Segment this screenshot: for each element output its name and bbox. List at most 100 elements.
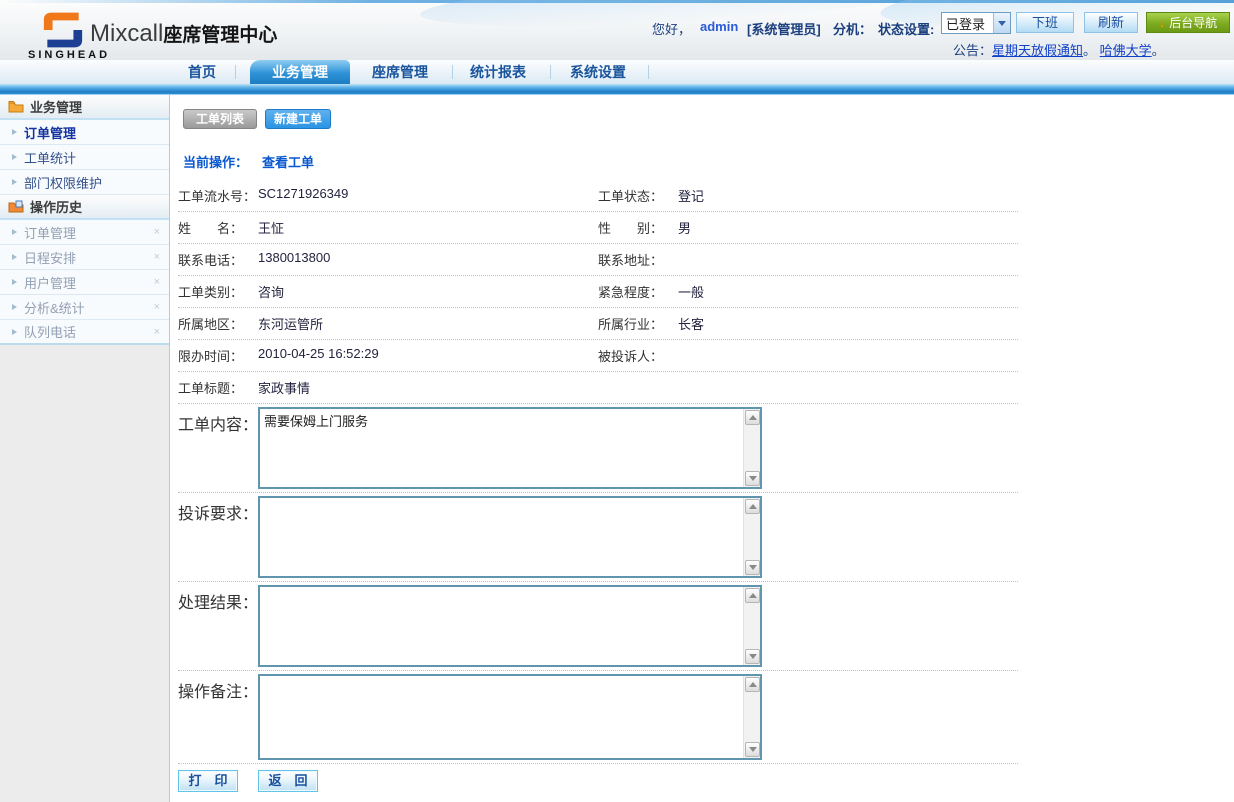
extension-label: 分机： bbox=[833, 19, 872, 38]
new-workorder-button[interactable]: 新建工单 bbox=[265, 109, 331, 129]
scroll-up-button[interactable] bbox=[745, 677, 760, 692]
notice-period: 。 bbox=[1083, 43, 1096, 58]
tab-statistics-report[interactable]: 统计报表 bbox=[468, 60, 528, 84]
tab-system-settings[interactable]: 系统设置 bbox=[568, 60, 628, 84]
form-row: 限办时间：2010-04-25 16:52:29 被投诉人： bbox=[178, 340, 1018, 372]
arrow-bullet-icon bbox=[12, 329, 17, 335]
textarea-text: 需要保姆上门服务 bbox=[264, 411, 738, 430]
sidebar-history-analysis-stats[interactable]: 分析&统计 × bbox=[0, 295, 169, 320]
scroll-down-button[interactable] bbox=[745, 471, 760, 486]
form-row: 工单类别：咨询 紧急程度：一般 bbox=[178, 276, 1018, 308]
textarea-row: 操作备注： bbox=[178, 671, 1018, 764]
arrow-bullet-icon bbox=[12, 279, 17, 285]
field-label: 操作备注： bbox=[178, 674, 258, 760]
field-value: 男 bbox=[678, 218, 691, 237]
workorder-list-button[interactable]: 工单列表 bbox=[183, 109, 257, 129]
arrow-bullet-icon bbox=[12, 304, 17, 310]
form-row: 工单标题：家政事情 bbox=[178, 372, 1018, 404]
sidebar-history-queue-phone[interactable]: 队列电话 × bbox=[0, 320, 169, 345]
tab-business-management[interactable]: 业务管理 bbox=[250, 60, 350, 84]
logo-text: SINGHEAD bbox=[28, 49, 110, 60]
notice-label: 公告： bbox=[953, 43, 992, 58]
backend-nav-button[interactable]: ↓ 后台导航 bbox=[1146, 12, 1230, 33]
field-value: 王怔 bbox=[258, 218, 284, 237]
scroll-down-button[interactable] bbox=[745, 649, 760, 664]
complaint-request-textarea[interactable] bbox=[258, 496, 762, 578]
operation-note-textarea[interactable] bbox=[258, 674, 762, 760]
form-actions: 打 印 返 回 bbox=[178, 770, 1018, 792]
nav-ribbon bbox=[0, 84, 1234, 95]
close-icon[interactable]: × bbox=[154, 326, 160, 338]
scroll-up-button[interactable] bbox=[745, 588, 760, 603]
tab-separator bbox=[550, 65, 551, 79]
status-select[interactable]: 已登录 bbox=[941, 12, 1011, 34]
back-button[interactable]: 返 回 bbox=[258, 770, 318, 792]
field-label: 紧急程度： bbox=[598, 282, 678, 301]
header: SINGHEAD Mixcall座席管理中心 您好， admin [系统管理员]… bbox=[0, 0, 1234, 60]
field-value: 长客 bbox=[678, 314, 704, 333]
sidebar-section-title: 业务管理 bbox=[30, 97, 82, 116]
notice-link-holiday[interactable]: 星期天放假通知 bbox=[992, 43, 1083, 58]
field-value: 2010-04-25 16:52:29 bbox=[258, 346, 379, 365]
workorder-form: 工单流水号：SC1271926349 工单状态：登记 姓 名：王怔 性 别：男 … bbox=[178, 180, 1018, 792]
main-content: 工单列表 新建工单 当前操作：查看工单 工单流水号：SC1271926349 工… bbox=[170, 95, 1234, 802]
field-label: 处理结果： bbox=[178, 585, 258, 667]
singhead-logo-icon bbox=[38, 10, 88, 50]
tab-home[interactable]: 首页 bbox=[180, 60, 224, 84]
arrow-bullet-icon bbox=[12, 229, 17, 235]
notice-link-harvard[interactable]: 哈佛大学 bbox=[1100, 43, 1152, 58]
off-duty-button[interactable]: 下班 bbox=[1016, 12, 1074, 33]
scroll-up-button[interactable] bbox=[745, 410, 760, 425]
field-label: 性 别： bbox=[598, 218, 678, 237]
current-operation-label: 当前操作： bbox=[183, 155, 248, 170]
sidebar-item-workorder-stats[interactable]: 工单统计 bbox=[0, 145, 169, 170]
sidebar-history-order-management[interactable]: 订单管理 × bbox=[0, 220, 169, 245]
handle-result-textarea[interactable] bbox=[258, 585, 762, 667]
field-label: 被投诉人： bbox=[598, 346, 678, 365]
sidebar-item-label: 队列电话 bbox=[24, 322, 76, 341]
sidebar-item-label: 日程安排 bbox=[24, 248, 76, 267]
textarea-row: 工单内容： 需要保姆上门服务 bbox=[178, 404, 1018, 493]
close-icon[interactable]: × bbox=[154, 251, 160, 263]
tab-separator bbox=[452, 65, 453, 79]
sidebar-item-dept-permission[interactable]: 部门权限维护 bbox=[0, 170, 169, 195]
close-icon[interactable]: × bbox=[154, 276, 160, 288]
field-label: 所属行业： bbox=[598, 314, 678, 333]
sidebar: 业务管理 订单管理 工单统计 部门权限维护 操作历史 订单管理 × bbox=[0, 95, 170, 802]
scroll-down-button[interactable] bbox=[745, 742, 760, 757]
workorder-content-textarea[interactable]: 需要保姆上门服务 bbox=[258, 407, 762, 489]
sidebar-history-schedule[interactable]: 日程安排 × bbox=[0, 245, 169, 270]
sidebar-item-label: 用户管理 bbox=[24, 273, 76, 292]
field-value: 一般 bbox=[678, 282, 704, 301]
tab-seat-management[interactable]: 座席管理 bbox=[370, 60, 430, 84]
scroll-up-button[interactable] bbox=[745, 499, 760, 514]
field-label: 限办时间： bbox=[178, 346, 258, 365]
field-label: 姓 名： bbox=[178, 218, 258, 237]
field-label: 工单类别： bbox=[178, 282, 258, 301]
field-value: SC1271926349 bbox=[258, 186, 348, 205]
sidebar-history-user-management[interactable]: 用户管理 × bbox=[0, 270, 169, 295]
notice-period: 。 bbox=[1152, 43, 1165, 58]
app-title-rest: 座席管理中心 bbox=[163, 25, 277, 46]
textarea-scrollbar[interactable] bbox=[743, 676, 760, 758]
field-value: 登记 bbox=[678, 186, 704, 205]
close-icon[interactable]: × bbox=[154, 226, 160, 238]
print-button[interactable]: 打 印 bbox=[178, 770, 238, 792]
textarea-scrollbar[interactable] bbox=[743, 587, 760, 665]
textarea-scrollbar[interactable] bbox=[743, 498, 760, 576]
chevron-down-icon[interactable] bbox=[993, 13, 1010, 33]
sidebar-item-label: 订单管理 bbox=[24, 123, 76, 142]
scroll-down-button[interactable] bbox=[745, 560, 760, 575]
field-label: 工单状态： bbox=[598, 186, 678, 205]
field-value: 家政事情 bbox=[258, 378, 310, 397]
field-value: 咨询 bbox=[258, 282, 284, 301]
refresh-button[interactable]: 刷新 bbox=[1084, 12, 1138, 33]
sidebar-item-order-management[interactable]: 订单管理 bbox=[0, 120, 169, 145]
user-role: [系统管理员] bbox=[747, 19, 821, 38]
close-icon[interactable]: × bbox=[154, 301, 160, 313]
app-title-brand: Mixcall bbox=[90, 20, 163, 47]
field-label: 工单标题： bbox=[178, 378, 258, 397]
textarea-scrollbar[interactable] bbox=[743, 409, 760, 487]
sidebar-section-business: 业务管理 bbox=[0, 95, 169, 120]
field-label: 工单内容： bbox=[178, 407, 258, 489]
